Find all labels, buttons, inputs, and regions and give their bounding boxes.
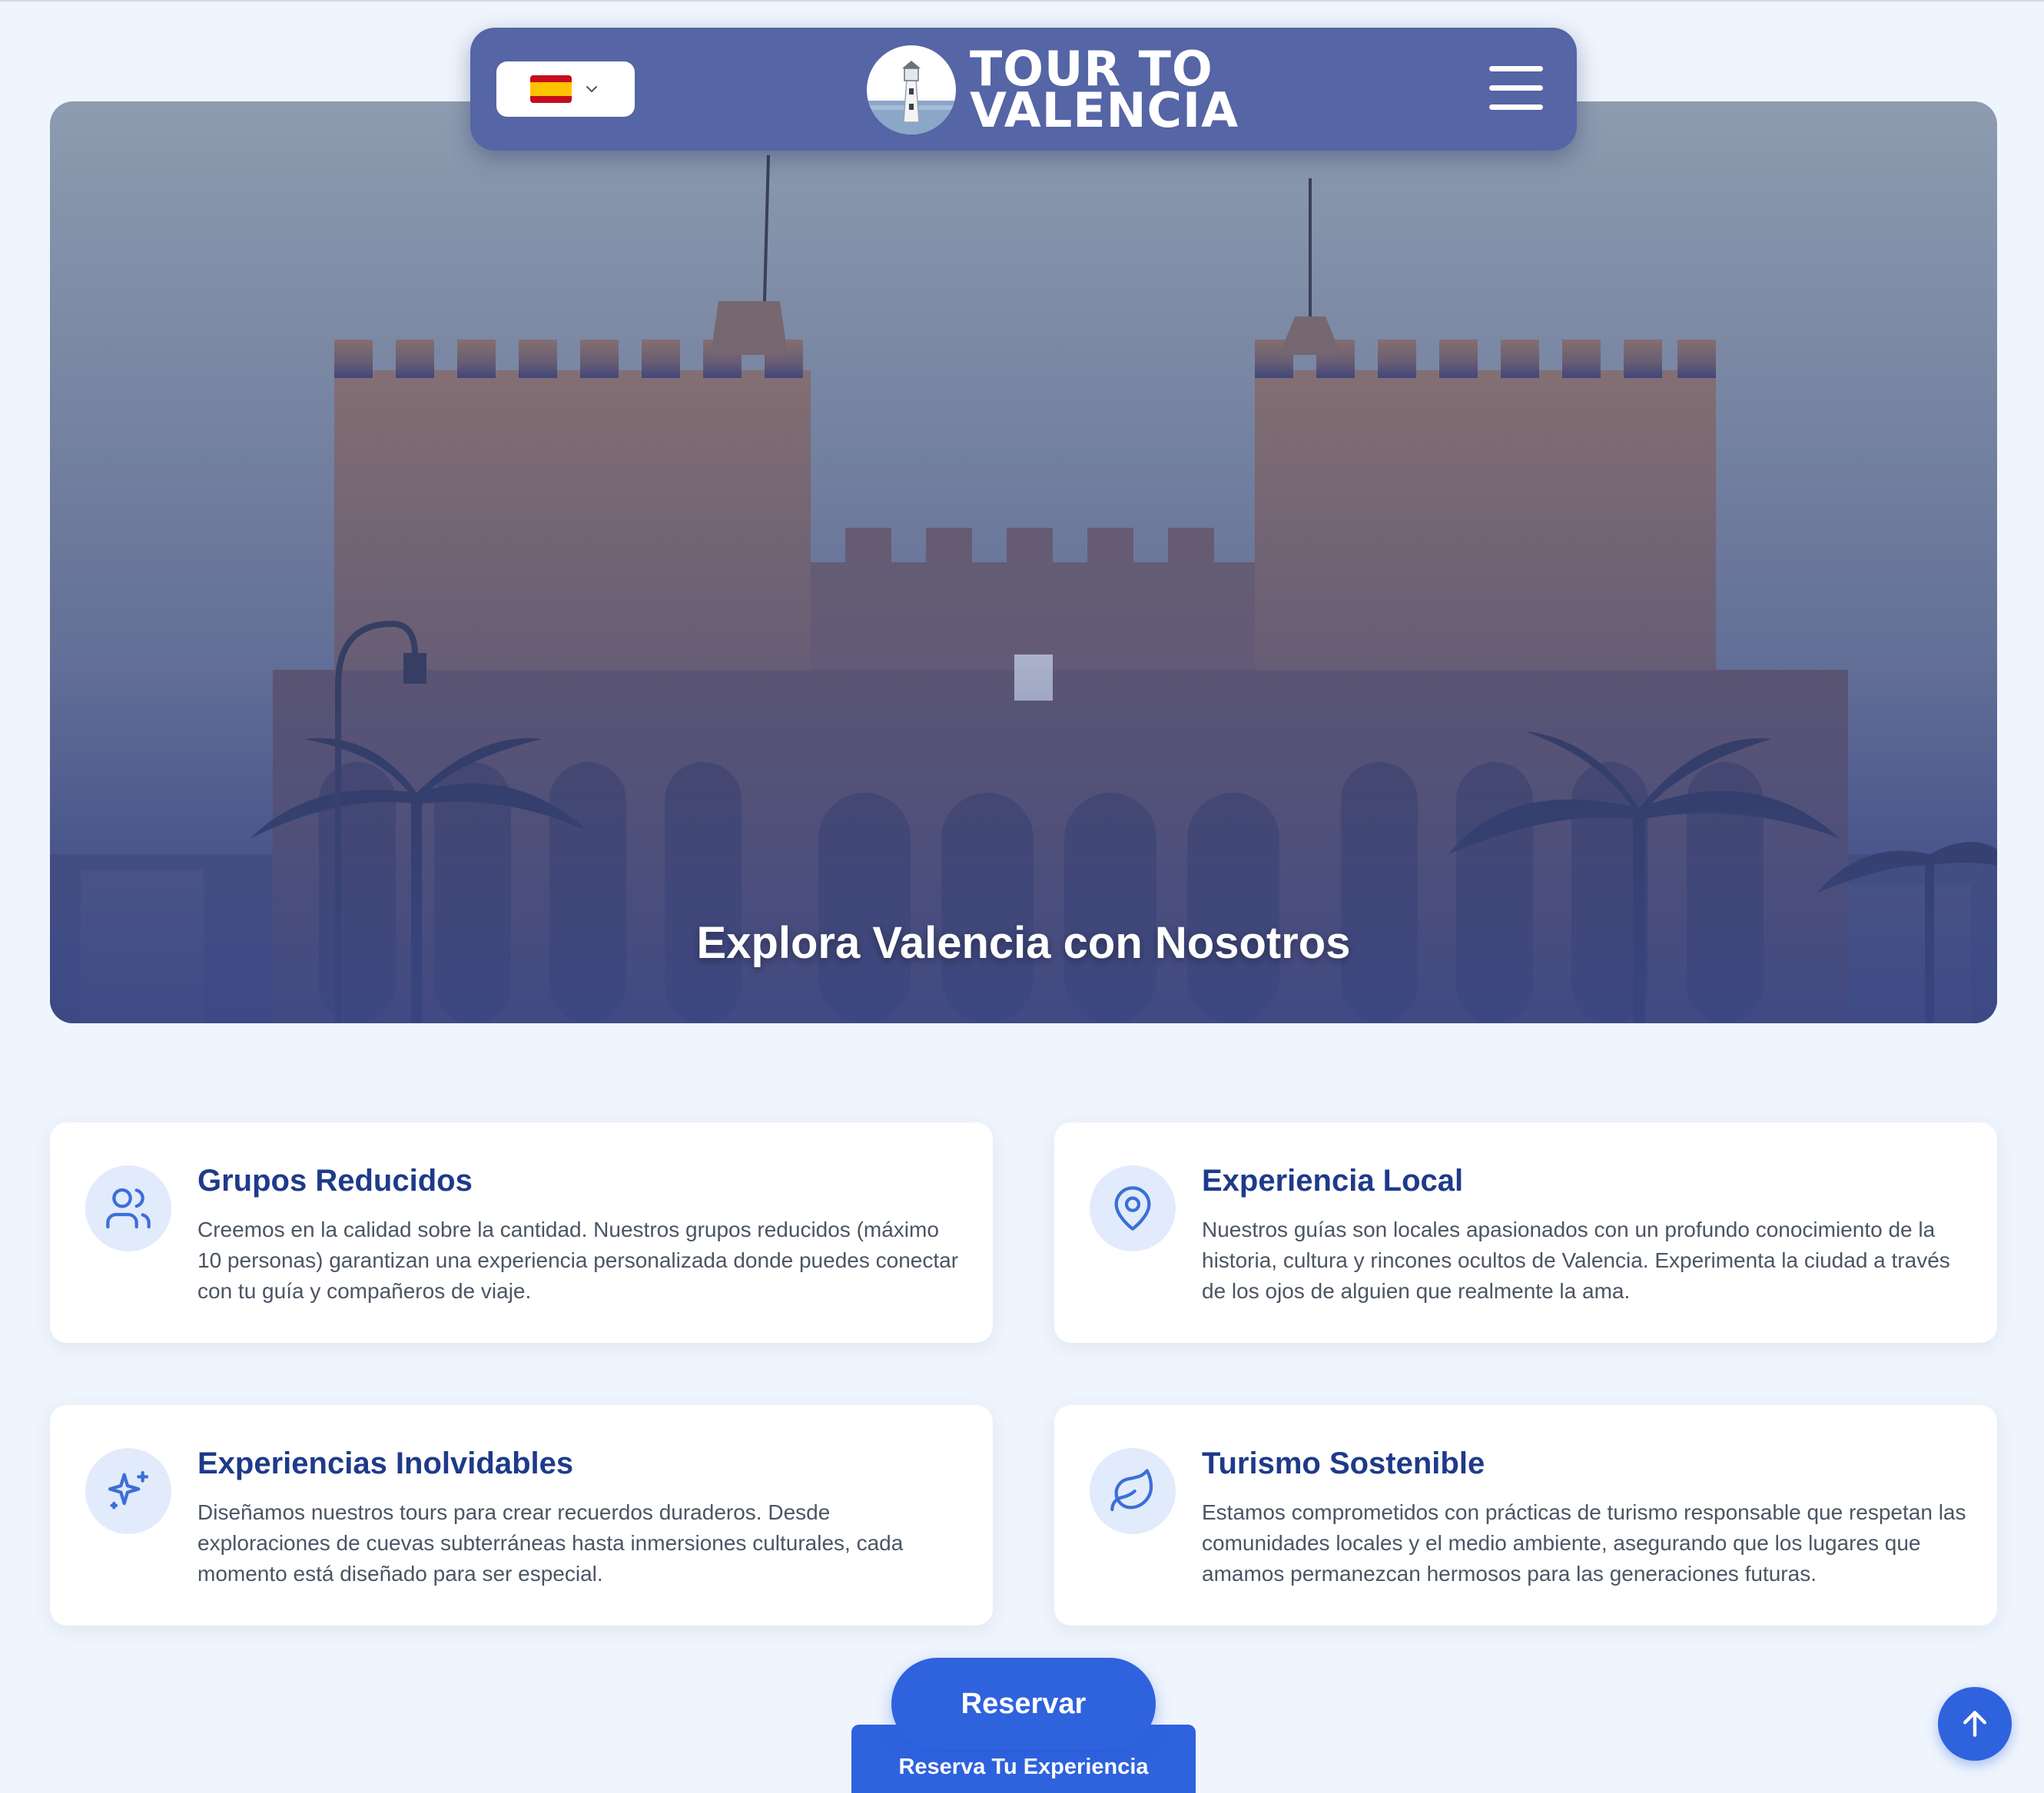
navbar: TOUR TO VALENCIA: [470, 28, 1577, 151]
map-pin-icon: [1090, 1165, 1176, 1251]
menu-bar: [1489, 85, 1543, 91]
feature-card-unforgettable: Experiencias Inolvidables Diseñamos nues…: [50, 1405, 993, 1626]
feature-card-local-experience: Experiencia Local Nuestros guías son loc…: [1054, 1122, 1997, 1343]
leaf-icon: [1090, 1448, 1176, 1534]
feature-card-sustainable: Turismo Sostenible Estamos comprometidos…: [1054, 1405, 1997, 1626]
scroll-to-top-button[interactable]: [1938, 1687, 2012, 1761]
users-icon: [85, 1165, 171, 1251]
brand-line-2: VALENCIA: [970, 82, 1239, 138]
feature-description: Nuestros guías son locales apasionados c…: [1202, 1218, 1950, 1303]
hero-title: Explora Valencia con Nosotros: [696, 918, 1351, 968]
chevron-down-icon: [586, 86, 597, 92]
language-selector[interactable]: [496, 61, 635, 117]
feature-description: Estamos comprometidos con prácticas de t…: [1202, 1500, 1966, 1586]
page: Explora Valencia con Nosotros TOUR TO VA…: [0, 0, 2044, 1793]
hero-image-serranos-towers: [50, 101, 1997, 1023]
arrow-up-icon: [1963, 1711, 1987, 1737]
spain-flag-icon: [530, 75, 572, 103]
feature-title: Grupos Reducidos: [197, 1164, 473, 1198]
hamburger-menu-button[interactable]: [1489, 66, 1543, 111]
hero-banner: Explora Valencia con Nosotros: [50, 101, 1997, 1023]
brand-logo-link[interactable]: TOUR TO VALENCIA: [867, 40, 1238, 140]
lighthouse-logo-icon: [867, 45, 956, 134]
reserve-button[interactable]: Reservar: [891, 1658, 1156, 1750]
menu-bar: [1489, 104, 1543, 110]
feature-card-small-groups: Grupos Reducidos Creemos en la calidad s…: [50, 1122, 993, 1343]
feature-title: Turismo Sostenible: [1202, 1447, 1485, 1480]
sparkles-icon: [85, 1448, 171, 1534]
feature-description: Diseñamos nuestros tours para crear recu…: [197, 1500, 904, 1586]
feature-description: Creemos en la calidad sobre la cantidad.…: [197, 1218, 959, 1303]
feature-title: Experiencias Inolvidables: [197, 1447, 574, 1480]
feature-title: Experiencia Local: [1202, 1164, 1464, 1198]
brand-name: TOUR TO VALENCIA: [970, 45, 1239, 138]
menu-bar: [1489, 66, 1543, 71]
